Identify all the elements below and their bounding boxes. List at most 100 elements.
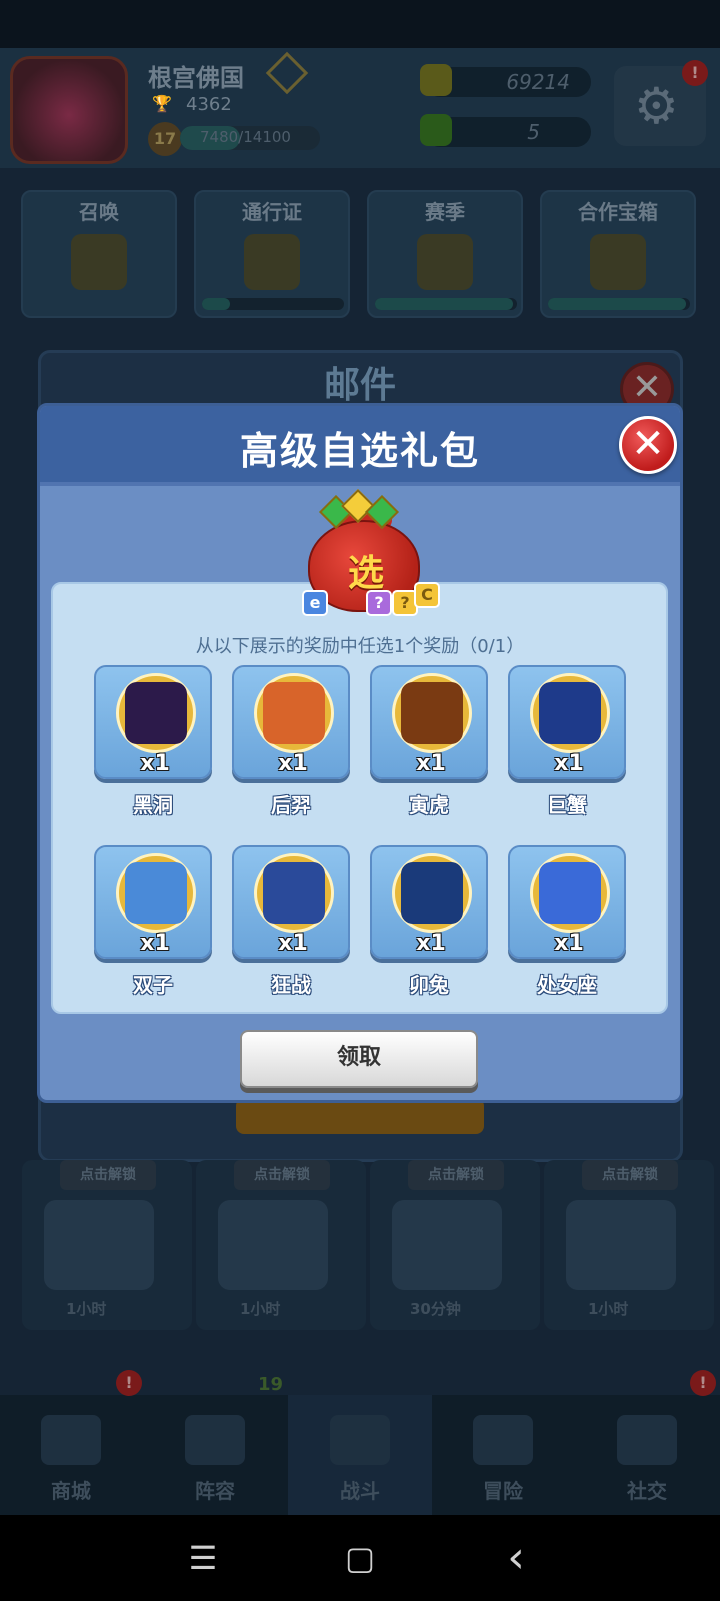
archer-icon xyxy=(263,682,325,744)
pass-label: 通行证 xyxy=(242,200,302,224)
chest-slot-3[interactable]: 点击解锁 30分钟 xyxy=(370,1160,540,1330)
reward-card[interactable]: x1 xyxy=(232,665,350,779)
home-icon[interactable]: ▢ xyxy=(330,1535,390,1581)
season-button[interactable]: 赛季 xyxy=(367,190,523,318)
season-label: 赛季 xyxy=(425,200,465,224)
player-avatar[interactable] xyxy=(10,56,128,164)
chest-unlock-label: 点击解锁 xyxy=(234,1160,330,1190)
claim-button[interactable]: 领取 xyxy=(240,1030,478,1088)
reward-card[interactable]: x1 xyxy=(232,845,350,959)
summon-label: 召唤 xyxy=(79,200,119,224)
reward-card[interactable]: x1 xyxy=(94,665,212,779)
chest-unlock-label: 点击解锁 xyxy=(60,1160,156,1190)
reward-qty: x1 xyxy=(140,751,170,776)
gemini-icon xyxy=(125,862,187,924)
reward-item[interactable]: x1 卯兔 xyxy=(370,845,490,997)
player-name: 根宫佛国 xyxy=(148,64,244,92)
dragon-frame xyxy=(392,673,472,753)
reward-item[interactable]: x1 处女座 xyxy=(508,845,628,997)
tiger-icon xyxy=(401,682,463,744)
back-icon[interactable]: ‹ xyxy=(486,1535,546,1581)
galaxy-icon xyxy=(125,682,187,744)
coop-chest-button[interactable]: 合作宝箱 xyxy=(540,190,696,318)
purple-die-icon: ? xyxy=(366,590,392,616)
chest-slot-2[interactable]: 点击解锁 1小时 xyxy=(196,1160,366,1330)
gold-die-icon: C xyxy=(414,582,440,608)
chest-slot-4[interactable]: 点击解锁 1小时 xyxy=(544,1160,714,1330)
reward-item[interactable]: x1 寅虎 xyxy=(370,665,490,817)
tab-battle[interactable]: 战斗 xyxy=(305,1405,415,1515)
dragon-frame xyxy=(392,853,472,933)
status-bar xyxy=(0,0,720,48)
tab-adventure-label: 冒险 xyxy=(483,1479,523,1503)
reward-qty: x1 xyxy=(554,931,584,956)
virgo-icon xyxy=(539,862,601,924)
bag-select-char: 选 xyxy=(347,553,384,594)
reward-name: 黑洞 xyxy=(133,793,173,817)
reward-name: 双子 xyxy=(133,973,173,997)
crab-icon xyxy=(539,682,601,744)
reward-item[interactable]: x1 后羿 xyxy=(232,665,352,817)
chest-icon xyxy=(44,1200,154,1290)
chat-bubble-icon xyxy=(617,1415,677,1465)
berserker-icon xyxy=(263,862,325,924)
lucky-bag-icon: 选 e ? ? C xyxy=(300,489,440,620)
reward-item[interactable]: x1 黑洞 xyxy=(94,665,214,817)
reward-card[interactable]: x1 xyxy=(508,665,626,779)
reward-name: 卯兔 xyxy=(409,973,449,997)
tab-social[interactable]: 社交 xyxy=(592,1405,702,1515)
cup-icon xyxy=(417,234,473,290)
dragon-frame xyxy=(254,853,334,933)
reward-item[interactable]: x1 双子 xyxy=(94,845,214,997)
dragon-frame xyxy=(116,853,196,933)
reward-name: 处女座 xyxy=(537,973,597,997)
tab-lineup-label: 阵容 xyxy=(195,1479,235,1503)
chest-time: 1小时 xyxy=(66,1300,107,1318)
shop-icon xyxy=(41,1415,101,1465)
coop-progress-fill xyxy=(548,298,686,310)
reward-card[interactable]: x1 xyxy=(370,845,488,959)
chest-time: 30分钟 xyxy=(410,1300,461,1318)
player-level: 17 xyxy=(148,122,182,156)
reward-item[interactable]: x1 狂战 xyxy=(232,845,352,997)
trophy-icon: 🏆 xyxy=(152,94,172,113)
tab-adventure[interactable]: 冒险 xyxy=(448,1405,558,1515)
coop-chest-label: 合作宝箱 xyxy=(578,200,658,224)
gear-icon: ⚙ xyxy=(634,77,679,135)
dragon-frame xyxy=(530,853,610,933)
settings-alert-badge: ! xyxy=(682,60,708,86)
mail-action-button[interactable] xyxy=(236,1098,484,1134)
tab-shop[interactable]: 商城 xyxy=(16,1405,126,1515)
reward-card[interactable]: x1 xyxy=(94,845,212,959)
pass-progress-fill xyxy=(202,298,230,310)
tab-battle-label: 战斗 xyxy=(340,1479,380,1503)
modal-close-button[interactable]: ✕ xyxy=(619,416,677,474)
trophy-count: 4362 xyxy=(186,94,232,115)
reward-card[interactable]: x1 xyxy=(370,665,488,779)
menu-icon[interactable]: ☰ xyxy=(173,1535,233,1581)
reward-card[interactable]: x1 xyxy=(508,845,626,959)
summon-button[interactable]: 召唤 xyxy=(21,190,177,318)
chest-icon xyxy=(590,234,646,290)
reward-name: 狂战 xyxy=(271,973,311,997)
reward-qty: x1 xyxy=(278,751,308,776)
chest-unlock-label: 点击解锁 xyxy=(408,1160,504,1190)
chest-slot-1[interactable]: 点击解锁 1小时 xyxy=(22,1160,192,1330)
reward-instructions: 从以下展示的奖励中任选1个奖励（0/1） xyxy=(195,636,525,657)
tab-social-label: 社交 xyxy=(627,1479,667,1503)
mail-title: 邮件 xyxy=(323,365,396,406)
adventure-icon xyxy=(473,1415,533,1465)
social-alert-badge: ! xyxy=(690,1370,716,1396)
reward-qty: x1 xyxy=(554,751,584,776)
season-progress-fill xyxy=(375,298,513,310)
chest-unlock-label: 点击解锁 xyxy=(582,1160,678,1190)
gold-add-icon[interactable] xyxy=(420,64,452,96)
tab-shop-label: 商城 xyxy=(51,1479,91,1503)
chest-icon xyxy=(218,1200,328,1290)
pass-button[interactable]: 通行证 xyxy=(194,190,350,318)
dice-icon xyxy=(185,1415,245,1465)
close-icon: ✕ xyxy=(631,421,665,467)
reward-item[interactable]: x1 巨蟹 xyxy=(508,665,628,817)
modal-header-edge xyxy=(40,482,680,486)
tab-lineup[interactable]: 阵容 xyxy=(160,1405,270,1515)
